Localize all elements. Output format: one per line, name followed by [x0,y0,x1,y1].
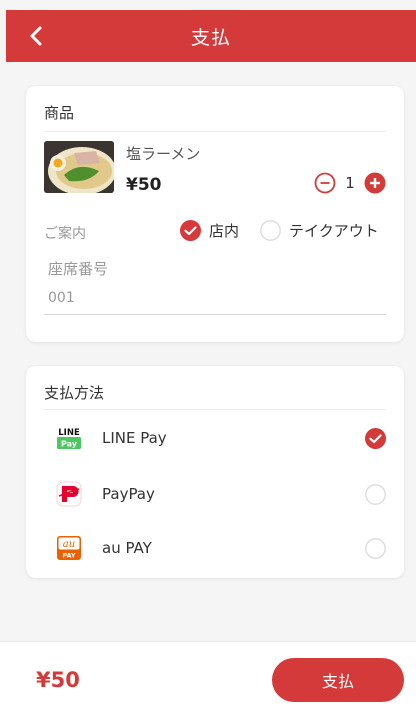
payment-option-paypay[interactable]: PayPay [56,474,386,514]
paypay-label: PayPay [102,485,155,503]
dine-in-label: 店内 [209,222,240,240]
payment-section-title: 支払方法 [44,384,105,402]
ramen-image [44,141,114,193]
check-circle-icon [180,220,201,241]
check-circle-icon [365,427,386,449]
quantity-stepper: 1 [314,172,386,194]
payment-method-card: 支払方法 LINE Pay LINE Pay PayPay au PAY au … [26,366,404,578]
decrease-button[interactable] [314,172,336,194]
product-card: 商品 塩ラーメン ¥50 1 ご案内 店内 テイクアウト 座席番号 001 [26,86,404,342]
divider [44,131,386,132]
quantity-value: 1 [345,174,355,192]
item-price: ¥50 [126,175,162,195]
aupay-logo-icon: au PAY [56,535,82,561]
payment-option-aupay[interactable]: au PAY au PAY [56,528,386,568]
app-header: 支払 [6,10,416,62]
takeout-label: テイクアウト [289,222,379,240]
empty-circle-icon [260,220,281,241]
takeout-option[interactable]: テイクアウト [260,220,379,241]
dine-in-option[interactable]: 店内 [180,220,239,241]
chevron-left-icon [30,26,42,46]
seat-input-underline [44,314,386,315]
item-name: 塩ラーメン [126,145,201,163]
linepay-logo-bottom: Pay [61,440,78,449]
seat-number-value[interactable]: 001 [48,290,75,306]
total-amount: ¥50 [36,668,80,692]
plus-circle-icon [364,172,386,194]
page-title: 支払 [190,26,231,49]
aupay-logo-bottom: PAY [62,552,76,560]
product-section-title: 商品 [44,104,75,122]
linepay-logo-icon: LINE Pay [56,425,82,451]
empty-circle-icon [365,483,386,505]
increase-button[interactable] [364,172,386,194]
minus-circle-icon [314,172,336,194]
seat-number-label: 座席番号 [48,260,109,278]
payment-option-linepay[interactable]: LINE Pay LINE Pay [56,418,386,458]
checkout-footer: ¥50 支払 [0,641,416,713]
linepay-label: LINE Pay [102,429,167,447]
empty-circle-icon [365,537,386,559]
aupay-logo-top: au [63,539,75,550]
pay-button[interactable]: 支払 [272,658,404,702]
guide-label: ご案内 [44,226,86,242]
back-button[interactable] [22,22,50,50]
aupay-label: au PAY [102,539,152,557]
linepay-logo-top: LINE [58,428,80,438]
divider [44,409,386,410]
paypay-logo-icon [56,481,82,507]
